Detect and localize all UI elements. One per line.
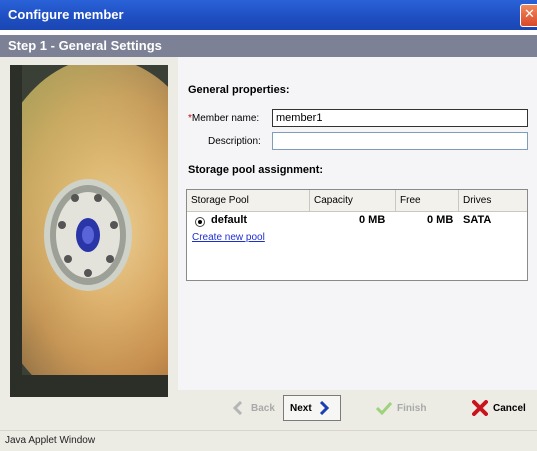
finish-button[interactable]: Finish — [370, 395, 432, 421]
finish-button-label: Finish — [397, 402, 427, 414]
checkmark-icon — [376, 401, 392, 415]
storage-pool-table: Storage Pool Capacity Free Drives defaul… — [186, 189, 528, 281]
pool-name-cell: default — [211, 214, 248, 226]
window-title: Configure member — [8, 7, 124, 22]
dialog-body: General properties: *Member name: Descri… — [0, 57, 537, 430]
storage-pool-heading: Storage pool assignment: — [188, 164, 324, 176]
cancel-button[interactable]: Cancel — [466, 395, 532, 421]
step-title: Step 1 - General Settings — [8, 38, 162, 53]
status-bar: Java Applet Window — [0, 430, 537, 451]
pool-radio-button[interactable] — [195, 217, 205, 227]
column-header-capacity[interactable]: Capacity — [310, 190, 396, 211]
create-new-pool-link[interactable]: Create new pool — [192, 232, 265, 243]
status-text: Java Applet Window — [5, 435, 96, 446]
pool-capacity-cell: 0 MB — [359, 214, 386, 226]
description-label: Description: — [208, 136, 261, 147]
general-properties-heading: General properties: — [188, 84, 290, 96]
close-button[interactable]: ✕ — [520, 4, 537, 27]
x-icon — [472, 400, 488, 416]
hard-disk-illustration — [10, 65, 168, 397]
member-name-label: *Member name: — [188, 113, 259, 124]
column-header-drives[interactable]: Drives — [459, 190, 527, 211]
column-header-free[interactable]: Free — [396, 190, 459, 211]
step-header: Step 1 - General Settings — [0, 35, 537, 57]
description-input[interactable] — [272, 132, 528, 150]
next-button[interactable]: Next — [283, 395, 341, 421]
next-button-label: Next — [290, 402, 312, 414]
pool-free-cell: 0 MB — [427, 214, 454, 226]
chevron-right-icon — [319, 401, 329, 415]
back-button[interactable]: Back — [226, 395, 281, 421]
chevron-left-icon — [232, 401, 243, 415]
window-titlebar: Configure member ✕ — [0, 0, 537, 30]
table-header: Storage Pool Capacity Free Drives — [187, 190, 527, 212]
pool-drives-cell: SATA — [463, 214, 492, 226]
cancel-button-label: Cancel — [493, 402, 526, 414]
member-name-label-text: Member name: — [191, 113, 260, 124]
column-header-storage-pool[interactable]: Storage Pool — [187, 190, 310, 211]
close-icon: ✕ — [524, 7, 535, 22]
back-button-label: Back — [251, 402, 275, 414]
member-name-input[interactable] — [272, 109, 528, 127]
settings-panel: General properties: *Member name: Descri… — [178, 57, 537, 390]
hard-disk-image — [10, 65, 168, 397]
